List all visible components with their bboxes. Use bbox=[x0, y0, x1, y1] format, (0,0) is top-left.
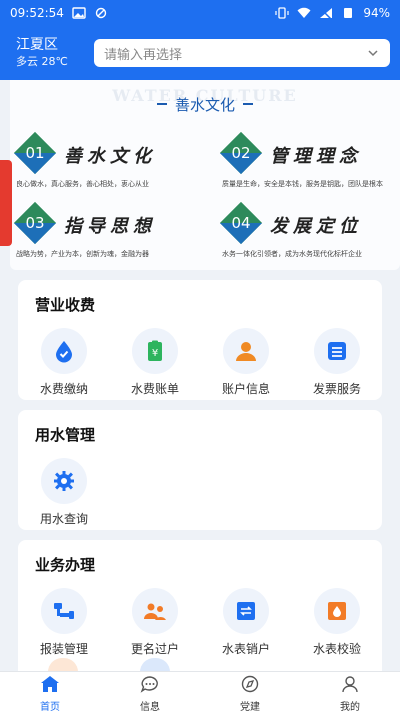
sync-icon bbox=[95, 7, 107, 19]
meter-cancel-tile[interactable]: 水表销户 bbox=[201, 588, 291, 657]
svg-text:¥: ¥ bbox=[152, 348, 158, 359]
culture-num: 02 bbox=[231, 144, 251, 162]
district-label: 江夏区 bbox=[16, 37, 58, 53]
home-icon bbox=[41, 676, 59, 692]
weather-label: 多云 28℃ bbox=[16, 55, 68, 68]
culture-banner[interactable]: WATER CULTURE 善水文化 01 善水文化 良心做水，真心服务，善心相… bbox=[10, 80, 400, 270]
culture-num: 01 bbox=[25, 144, 45, 162]
culture-subtitle: 良心做水，真心服务，善心相处，衷心从业 bbox=[16, 180, 149, 188]
culture-num: 03 bbox=[25, 214, 45, 232]
business-handling-card: 业务办理 报装管理 更名过户 水表销户 水表校验 bbox=[18, 540, 382, 690]
pipe-icon bbox=[54, 603, 74, 619]
nav-party[interactable]: 党建 bbox=[200, 672, 300, 711]
culture-item-4: 04 发展定位 水务一体化引领者，成为水务现代化标杆企业 bbox=[219, 201, 400, 262]
search-placeholder: 请输入再选择 bbox=[104, 47, 183, 63]
chat-icon bbox=[140, 676, 158, 693]
bottom-navigation: 首页 信息 党建 我的 bbox=[0, 671, 400, 711]
battery-level: 94% bbox=[363, 6, 390, 20]
meter-check-icon bbox=[328, 602, 346, 620]
water-bill-tile[interactable]: ¥ 水费账单 bbox=[110, 328, 200, 397]
nav-info[interactable]: 信息 bbox=[100, 672, 200, 711]
header: 江夏区 多云 28℃ 请输入再选择 bbox=[0, 26, 400, 80]
business-handling-title: 业务办理 bbox=[35, 556, 96, 574]
culture-title: 善水文化 bbox=[64, 146, 156, 167]
search-select[interactable]: 请输入再选择 bbox=[94, 39, 390, 67]
gear-icon bbox=[54, 471, 74, 491]
water-fee-pay-tile[interactable]: 水费缴纳 bbox=[19, 328, 109, 397]
more-tile-partial[interactable] bbox=[48, 658, 78, 672]
signal-icon bbox=[320, 8, 333, 19]
culture-num: 04 bbox=[231, 214, 251, 232]
culture-title: 指导思想 bbox=[64, 216, 156, 237]
user-info-icon bbox=[236, 342, 256, 361]
culture-subtitle: 质量是生命，安全是本钱，服务是钥匙，团队是根本 bbox=[222, 180, 383, 188]
invoice-icon bbox=[328, 342, 346, 360]
business-fee-card: 营业收费 水费缴纳 ¥ 水费账单 账户信息 发票服务 bbox=[18, 280, 382, 400]
vibrate-icon bbox=[275, 7, 289, 19]
culture-title: 管理理念 bbox=[270, 146, 362, 167]
water-query-tile[interactable]: 用水查询 bbox=[19, 458, 109, 527]
water-management-card: 用水管理 用水查询 bbox=[18, 410, 382, 530]
culture-item-1: 01 善水文化 良心做水，真心服务，善心相处，衷心从业 bbox=[13, 131, 216, 192]
location-selector[interactable]: 江夏区 多云 28℃ bbox=[16, 36, 86, 70]
compass-icon bbox=[241, 675, 259, 693]
water-drop-icon bbox=[56, 341, 72, 363]
side-tab-edge bbox=[0, 160, 12, 246]
banner-title: 善水文化 bbox=[156, 94, 253, 115]
chevron-down-icon bbox=[368, 50, 378, 57]
battery-icon bbox=[344, 8, 353, 18]
status-bar: 09:52:54 94% bbox=[0, 0, 400, 26]
culture-subtitle: 战略为势，产业为本，创新为魂，金融为器 bbox=[16, 250, 149, 258]
wifi-icon bbox=[297, 7, 311, 18]
nav-mine[interactable]: 我的 bbox=[300, 672, 400, 711]
users-transfer-icon bbox=[144, 603, 166, 620]
rename-transfer-tile[interactable]: 更名过户 bbox=[110, 588, 200, 657]
culture-item-2: 02 管理理念 质量是生命，安全是本钱，服务是钥匙，团队是根本 bbox=[219, 131, 400, 192]
culture-item-3: 03 指导思想 战略为势，产业为本，创新为魂，金融为器 bbox=[13, 201, 216, 262]
water-management-title: 用水管理 bbox=[35, 426, 96, 444]
user-icon bbox=[342, 676, 358, 693]
install-management-tile[interactable]: 报装管理 bbox=[19, 588, 109, 657]
culture-subtitle: 水务一体化引领者，成为水务现代化标杆企业 bbox=[222, 250, 362, 258]
meter-calibration-tile[interactable]: 水表校验 bbox=[292, 588, 382, 657]
status-time: 09:52:54 bbox=[10, 6, 64, 20]
culture-title: 发展定位 bbox=[270, 216, 362, 237]
account-info-tile[interactable]: 账户信息 bbox=[201, 328, 291, 397]
bill-icon: ¥ bbox=[148, 340, 162, 361]
nav-home[interactable]: 首页 bbox=[0, 672, 100, 711]
business-fee-title: 营业收费 bbox=[35, 296, 96, 314]
invoice-service-tile[interactable]: 发票服务 bbox=[292, 328, 382, 397]
meter-cancel-icon bbox=[237, 602, 255, 620]
more-tile-partial[interactable] bbox=[140, 658, 170, 672]
image-icon bbox=[72, 7, 86, 19]
